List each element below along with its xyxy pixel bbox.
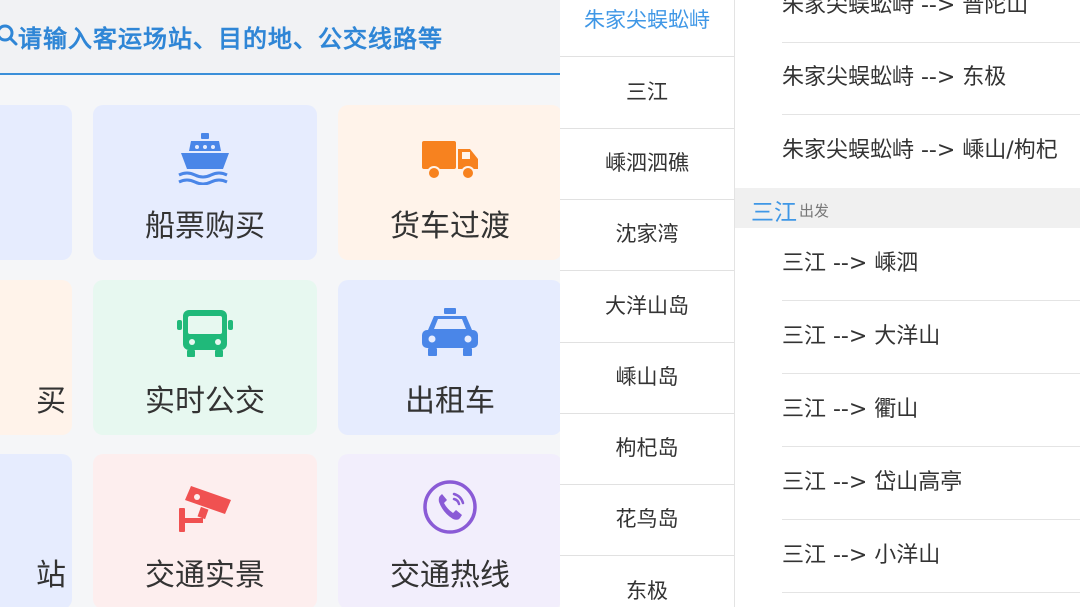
station-item-dongji[interactable]: 东极 bbox=[560, 556, 734, 607]
tile-partial-middle[interactable]: 买 bbox=[0, 280, 72, 435]
route-item[interactable]: 朱家尖蜈蚣峙 --> 东极 bbox=[782, 42, 1080, 115]
route-item[interactable]: 朱家尖蜈蚣峙 --> 普陀山 bbox=[782, 0, 1080, 43]
route-item[interactable]: 三江 --> 小洋山 bbox=[782, 520, 1080, 593]
tile-taxi-label: 出租车 bbox=[405, 384, 495, 419]
tile-partial-middle-label: 买 bbox=[36, 384, 66, 419]
station-item-shengsi[interactable]: 嵊泗泗礁 bbox=[560, 128, 734, 200]
tile-realtime-bus-label: 实时公交 bbox=[145, 384, 265, 419]
section-header-sanjiang: 三江 出发 bbox=[735, 188, 1080, 228]
tile-partial-bottom-label: 站 bbox=[36, 558, 66, 593]
tile-ferry-tickets[interactable]: 船票购买 bbox=[93, 105, 317, 260]
phone-icon bbox=[423, 480, 477, 534]
route-item[interactable]: 三江 --> 衢山 bbox=[782, 374, 1080, 447]
station-item-gouqi[interactable]: 枸杞岛 bbox=[560, 413, 734, 485]
route-item[interactable]: 三江 --> 岱山高亭 bbox=[782, 447, 1080, 520]
camera-icon bbox=[179, 486, 231, 532]
search-icon bbox=[0, 24, 18, 46]
tile-ferry-tickets-label: 船票购买 bbox=[145, 209, 265, 244]
tile-traffic-hotline-label: 交通热线 bbox=[390, 558, 510, 593]
tile-truck-ferry-label: 货车过渡 bbox=[390, 209, 510, 244]
truck-icon bbox=[422, 141, 478, 180]
route-selector-panel: 朱家尖蜈蚣峙 三江 嵊泗泗礁 沈家湾 大洋山岛 嵊山岛 枸杞岛 花鸟岛 东极 朱… bbox=[560, 0, 1080, 607]
tile-partial-bottom[interactable]: 站 bbox=[0, 454, 72, 607]
route-item[interactable]: 三江 --> 嵊泗 bbox=[782, 228, 1080, 301]
bus-icon bbox=[177, 310, 233, 357]
station-item-sanjiang[interactable]: 三江 bbox=[560, 57, 734, 129]
station-item-huaniao[interactable]: 花鸟岛 bbox=[560, 484, 734, 556]
tile-partial-top[interactable] bbox=[0, 105, 72, 260]
route-list: 朱家尖蜈蚣峙 --> 普陀山 朱家尖蜈蚣峙 --> 东极 朱家尖蜈蚣峙 --> … bbox=[735, 0, 1080, 607]
tile-traffic-hotline[interactable]: 交通热线 bbox=[338, 454, 560, 607]
tile-traffic-live-label: 交通实景 bbox=[145, 558, 265, 593]
tile-traffic-live[interactable]: 交通实景 bbox=[93, 454, 317, 607]
taxi-icon bbox=[422, 308, 478, 356]
station-item-shenjiawan[interactable]: 沈家湾 bbox=[560, 199, 734, 271]
tile-realtime-bus[interactable]: 实时公交 bbox=[93, 280, 317, 435]
route-item[interactable]: 三江 --> 大洋山 bbox=[782, 301, 1080, 374]
search-bar[interactable]: 请输入客运场站、目的地、公交线路等 bbox=[0, 0, 560, 75]
station-item-shengshan[interactable]: 嵊山岛 bbox=[560, 342, 734, 414]
services-panel: 请输入客运场站、目的地、公交线路等 买 站 船票购买 货车过渡 实时公交 出租车… bbox=[0, 0, 560, 607]
station-item-zhujiajian[interactable]: 朱家尖蜈蚣峙 bbox=[560, 0, 734, 57]
section-title: 三江 bbox=[751, 200, 797, 226]
station-list: 朱家尖蜈蚣峙 三江 嵊泗泗礁 沈家湾 大洋山岛 嵊山岛 枸杞岛 花鸟岛 东极 bbox=[560, 0, 735, 607]
search-placeholder[interactable]: 请输入客运场站、目的地、公交线路等 bbox=[18, 19, 443, 54]
route-item[interactable]: 朱家尖蜈蚣峙 --> 嵊山/枸杞 bbox=[782, 115, 1080, 187]
station-item-dayangshan[interactable]: 大洋山岛 bbox=[560, 271, 734, 343]
tile-taxi[interactable]: 出租车 bbox=[338, 280, 560, 435]
ship-icon bbox=[178, 133, 229, 185]
tile-truck-ferry[interactable]: 货车过渡 bbox=[338, 105, 560, 260]
section-subtitle: 出发 bbox=[799, 202, 830, 220]
